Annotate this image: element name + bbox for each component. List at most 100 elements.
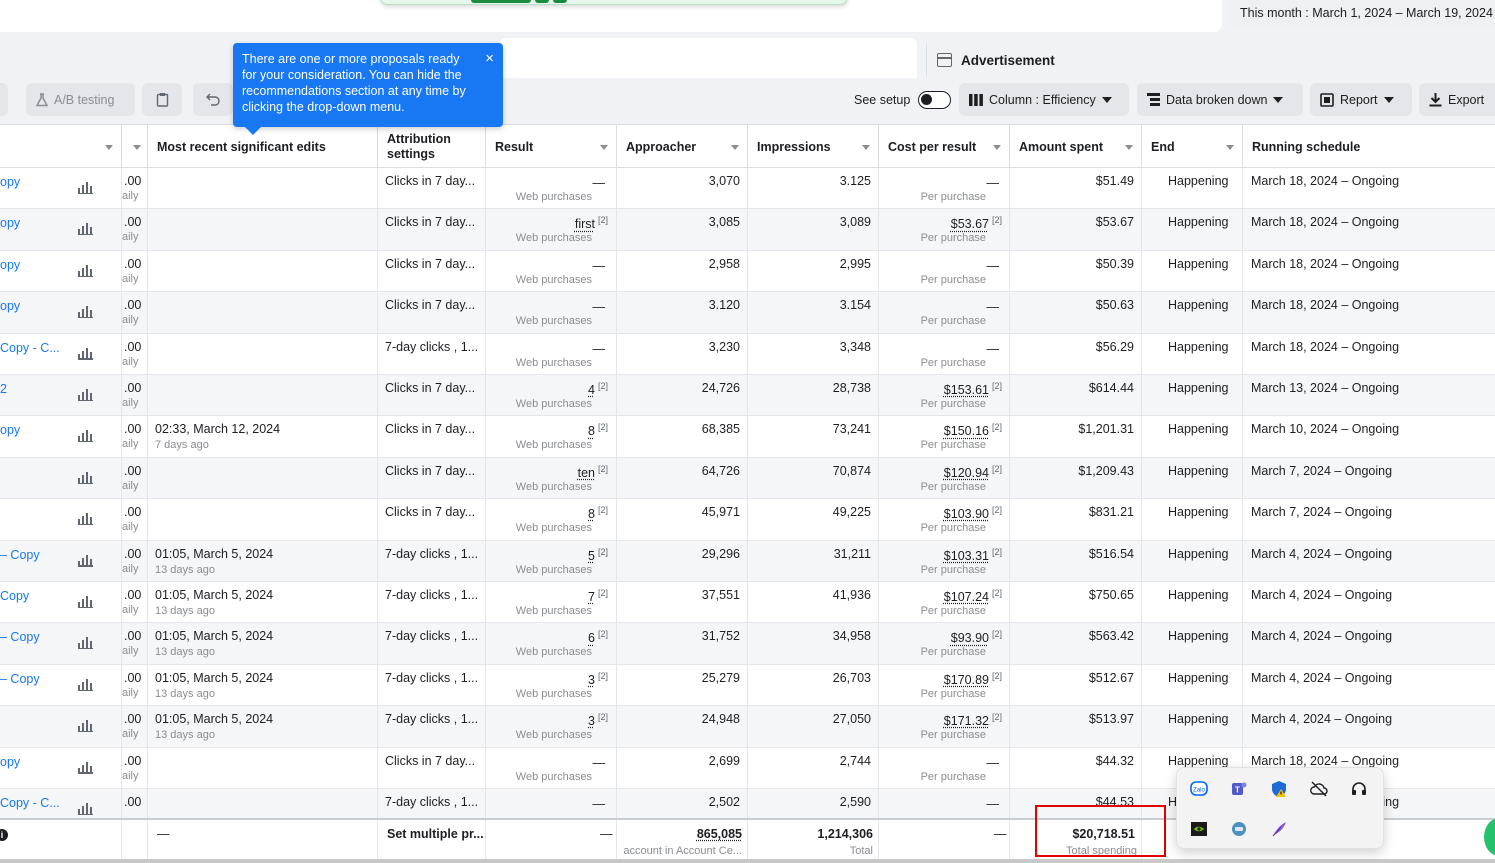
result-value[interactable]: 7	[588, 590, 595, 604]
campaign-name-link[interactable]: – Copy	[0, 548, 40, 562]
result-value[interactable]: 3	[588, 714, 595, 728]
bar-chart-icon[interactable]	[78, 803, 93, 815]
campaign-name-cell[interactable]	[0, 706, 122, 748]
bar-chart-icon[interactable]	[78, 182, 93, 194]
result-value[interactable]: 5	[588, 549, 595, 563]
campaign-name-link[interactable]: opy	[0, 755, 20, 769]
campaign-name-link[interactable]: opy	[0, 216, 20, 230]
bar-chart-icon[interactable]	[78, 761, 93, 774]
table-row[interactable]: – Copy .00 aily 01:05, March 5, 2024 13 …	[0, 623, 1495, 665]
header-budget[interactable]	[122, 125, 148, 168]
campaign-name-link[interactable]: Copy - C...	[0, 796, 60, 810]
cpr-value[interactable]: $170.89	[944, 673, 989, 687]
result-value[interactable]: first	[575, 218, 595, 232]
teams-icon[interactable]: T	[1230, 780, 1248, 798]
table-row[interactable]: Copy .00 aily 01:05, March 5, 2024 13 da…	[0, 582, 1495, 624]
header-cpr[interactable]: Cost per result	[879, 125, 1010, 168]
table-row[interactable]: opy .00 aily 02:33, March 12, 2024 7 day…	[0, 416, 1495, 458]
dropdown-button[interactable]	[0, 83, 8, 116]
clipboard-button[interactable]	[142, 83, 182, 116]
campaign-name-link[interactable]: – Copy	[0, 630, 40, 644]
campaign-name-cell[interactable]: opy	[0, 416, 122, 458]
result-value[interactable]: 4	[588, 383, 595, 397]
toggle-switch[interactable]	[918, 91, 952, 109]
campaign-name-link[interactable]: opy	[0, 423, 20, 437]
header-result[interactable]: Result	[486, 125, 617, 168]
campaign-name-link[interactable]: Copy - C...	[0, 341, 60, 355]
header-spent[interactable]: Amount spent	[1010, 125, 1142, 168]
close-icon[interactable]: ×	[485, 51, 494, 66]
table-row[interactable]: .00 aily 01:05, March 5, 2024 13 days ag…	[0, 706, 1495, 748]
campaign-name-cell[interactable]: – Copy	[0, 664, 122, 706]
campaign-name-cell[interactable]: opy	[0, 292, 122, 334]
campaign-name-cell[interactable]	[0, 457, 122, 499]
table-row[interactable]: – Copy .00 aily 01:05, March 5, 2024 13 …	[0, 664, 1495, 707]
date-range-picker[interactable]: This month : March 1, 2024 – March 19, 2…	[1228, 0, 1495, 28]
table-row[interactable]: opy .00 aily Clicks in 7 day... — Web pu…	[0, 168, 1495, 210]
bar-chart-icon[interactable]	[78, 720, 93, 733]
bar-chart-icon[interactable]	[78, 306, 93, 319]
campaign-name-cell[interactable]: opy	[0, 168, 122, 209]
cpr-value[interactable]: $150.16	[944, 425, 989, 439]
campaign-name-link[interactable]: opy	[0, 299, 20, 313]
report-button[interactable]: Report	[1310, 83, 1412, 116]
campaign-name-link[interactable]: Copy	[0, 589, 29, 603]
cpr-value[interactable]: $103.90	[944, 507, 989, 521]
result-value[interactable]: 8	[588, 507, 595, 521]
header-attribution[interactable]: Attribution settings	[378, 125, 486, 168]
table-row[interactable]: opy .00 aily Clicks in 7 day... first [2]…	[0, 209, 1495, 251]
campaign-name-cell[interactable]: opy	[0, 250, 122, 292]
cpr-value[interactable]: $153.61	[944, 383, 989, 397]
table-row[interactable]: .00 aily Clicks in 7 day... ten [2] Web p…	[0, 457, 1495, 500]
banner-button-small[interactable]	[553, 0, 567, 3]
banner-button[interactable]	[471, 0, 531, 3]
campaign-name-cell[interactable]: – Copy	[0, 623, 122, 665]
result-value[interactable]: ten	[578, 466, 595, 480]
bar-chart-icon[interactable]	[78, 678, 93, 691]
bar-chart-icon[interactable]	[78, 471, 93, 484]
bar-chart-icon[interactable]	[78, 596, 93, 608]
cpr-value[interactable]: $103.31	[944, 549, 989, 563]
table-row[interactable]: opy .00 aily Clicks in 7 day... — Web pu…	[0, 292, 1495, 334]
feather-icon[interactable]	[1270, 820, 1288, 838]
header-name[interactable]	[0, 125, 122, 168]
bar-chart-icon[interactable]	[78, 347, 93, 360]
cpr-value[interactable]: $107.24	[944, 590, 989, 604]
campaign-name-cell[interactable]: Copy - C...	[0, 789, 122, 818]
headset-icon[interactable]	[1350, 780, 1368, 798]
undo-button[interactable]	[193, 83, 233, 116]
campaign-name-cell[interactable]	[0, 499, 122, 541]
bar-chart-icon[interactable]	[78, 389, 93, 401]
campaign-name-link[interactable]: opy	[0, 175, 20, 189]
cpr-value[interactable]: $93.90	[951, 632, 989, 646]
bar-chart-icon[interactable]	[78, 513, 93, 526]
campaign-name-link[interactable]: 2	[0, 382, 7, 396]
zalo-icon[interactable]: Zalo	[1190, 780, 1208, 798]
campaign-name-cell[interactable]: Copy	[0, 582, 122, 623]
campaign-name-cell[interactable]: opy	[0, 747, 122, 789]
campaign-name-link[interactable]: opy	[0, 258, 20, 272]
nvidia-icon[interactable]	[1190, 820, 1208, 838]
export-button[interactable]: Export	[1419, 83, 1495, 116]
cpr-value[interactable]: $171.32	[944, 714, 989, 728]
table-row[interactable]: Copy - C... .00 aily 7-day clicks , 1...…	[0, 333, 1495, 375]
result-value[interactable]: 6	[588, 632, 595, 646]
bar-chart-icon[interactable]	[78, 264, 93, 277]
table-row[interactable]: 2 .00 aily Clicks in 7 day... 4 [2] Web p…	[0, 375, 1495, 417]
table-row[interactable]: opy .00 aily Clicks in 7 day... — Web pu…	[0, 250, 1495, 293]
ab-testing-button[interactable]: A/B testing	[26, 83, 135, 116]
cpr-value[interactable]: $53.67	[951, 218, 989, 232]
banner-button-small[interactable]	[535, 0, 549, 3]
campaign-name-cell[interactable]: 2	[0, 375, 122, 416]
table-row[interactable]: – Copy .00 aily 01:05, March 5, 2024 13 …	[0, 540, 1495, 582]
header-impressions[interactable]: Impressions	[748, 125, 879, 168]
campaign-name-cell[interactable]: Copy - C...	[0, 333, 122, 375]
header-recent-edits[interactable]: Most recent significant edits	[148, 125, 378, 168]
bar-chart-icon[interactable]	[78, 637, 93, 650]
campaign-name-cell[interactable]: – Copy	[0, 540, 122, 582]
header-schedule[interactable]: Running schedule	[1243, 125, 1495, 168]
header-reach[interactable]: Approacher	[617, 125, 748, 168]
see-setup-toggle[interactable]: See setup	[854, 91, 952, 109]
result-value[interactable]: 8	[588, 425, 595, 439]
campaign-name-link[interactable]: – Copy	[0, 672, 40, 686]
